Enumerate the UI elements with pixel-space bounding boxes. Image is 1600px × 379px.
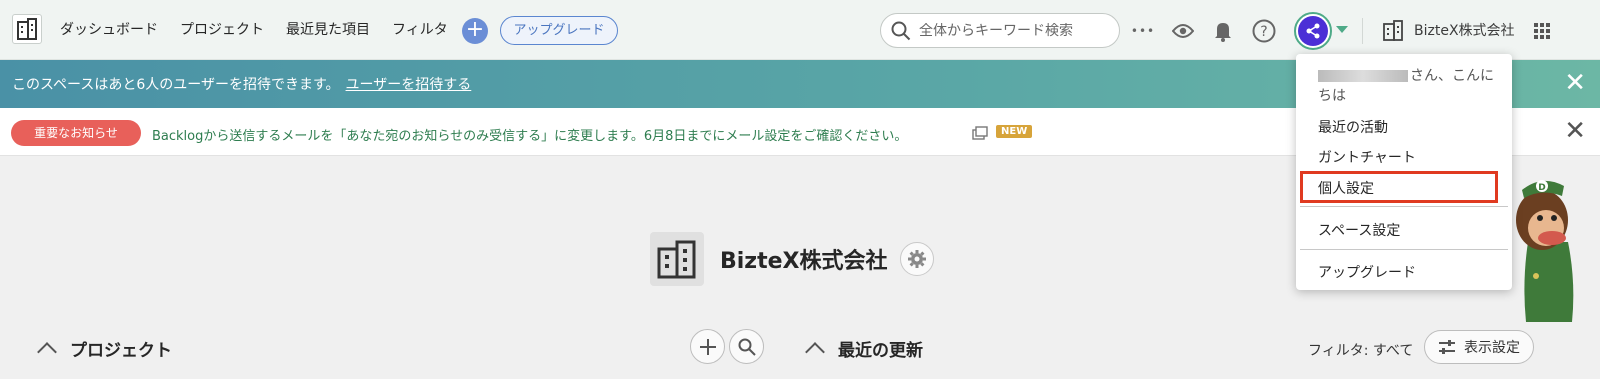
mascot-illustration: D bbox=[1512, 172, 1600, 322]
menu-divider bbox=[1300, 206, 1508, 207]
new-badge: NEW bbox=[996, 125, 1033, 138]
external-link-icon[interactable] bbox=[972, 125, 988, 144]
space-logo-icon[interactable] bbox=[12, 14, 42, 44]
invite-users-link[interactable]: ユーザーを招待する bbox=[346, 77, 472, 93]
add-project-button[interactable] bbox=[690, 329, 725, 364]
menu-item-upgrade[interactable]: アップグレード bbox=[1318, 262, 1416, 282]
redacted-username bbox=[1318, 70, 1408, 82]
space-header: BizteX株式会社 bbox=[650, 232, 934, 286]
recent-updates-section-header[interactable]: 最近の更新 bbox=[804, 336, 923, 362]
plus-icon bbox=[699, 338, 716, 355]
help-icon[interactable]: ? bbox=[1251, 18, 1277, 44]
share-icon bbox=[1306, 23, 1320, 39]
space-settings-button[interactable] bbox=[899, 242, 934, 276]
svg-text:?: ? bbox=[1260, 24, 1267, 40]
invite-text: このスペースはあと6人のユーザーを招待できます。 bbox=[12, 77, 340, 93]
bell-icon[interactable] bbox=[1210, 18, 1236, 44]
close-icon[interactable]: ✕ bbox=[1564, 118, 1586, 144]
chevron-down-icon[interactable] bbox=[1336, 26, 1348, 33]
sliders-icon bbox=[1439, 340, 1455, 354]
projects-title: プロジェクト bbox=[70, 341, 172, 361]
nav-dashboard[interactable]: ダッシュボード bbox=[60, 19, 158, 39]
more-icon[interactable]: ••• bbox=[1130, 18, 1156, 44]
user-avatar-button[interactable] bbox=[1294, 12, 1332, 50]
important-badge: 重要なお知らせ bbox=[11, 120, 141, 146]
display-settings-label: 表示設定 bbox=[1464, 340, 1520, 356]
notice-message[interactable]: Backlogから送信するメールを「あなた宛のお知らせのみ受信する」に変更します… bbox=[152, 125, 907, 144]
building-icon bbox=[650, 232, 704, 286]
main-nav: ダッシュボード プロジェクト 最近見た項目 フィルタ bbox=[60, 19, 470, 39]
nav-projects[interactable]: プロジェクト bbox=[180, 19, 264, 39]
org-name: BizteX株式会社 bbox=[1414, 23, 1515, 39]
gear-icon bbox=[907, 250, 926, 268]
search-icon bbox=[738, 338, 756, 356]
menu-divider bbox=[1300, 249, 1508, 250]
avatar bbox=[1298, 16, 1328, 46]
svg-text:D: D bbox=[1538, 183, 1545, 193]
filter-label[interactable]: フィルタ: すべて bbox=[1308, 340, 1413, 360]
upgrade-button[interactable]: アップグレード bbox=[500, 16, 618, 45]
add-button[interactable]: + bbox=[462, 18, 488, 44]
eye-icon[interactable] bbox=[1170, 18, 1196, 44]
recent-updates-title: 最近の更新 bbox=[838, 341, 923, 361]
close-icon[interactable]: ✕ bbox=[1564, 70, 1586, 96]
menu-item-recent-activity[interactable]: 最近の活動 bbox=[1318, 117, 1388, 137]
user-greeting: さん、こんにちは bbox=[1318, 68, 1494, 104]
building-icon bbox=[1383, 20, 1403, 41]
chevron-up-icon[interactable] bbox=[805, 341, 825, 362]
projects-section-header[interactable]: プロジェクト bbox=[36, 336, 172, 362]
global-search[interactable] bbox=[880, 13, 1120, 48]
menu-item-gantt-chart[interactable]: ガントチャート bbox=[1318, 147, 1416, 167]
search-input[interactable] bbox=[919, 22, 1109, 39]
search-project-button[interactable] bbox=[729, 329, 764, 364]
chevron-up-icon[interactable] bbox=[37, 341, 57, 362]
apps-grid-icon[interactable] bbox=[1534, 23, 1550, 39]
nav-recently-viewed[interactable]: 最近見た項目 bbox=[286, 19, 370, 39]
space-name: BizteX株式会社 bbox=[720, 249, 888, 274]
top-header: ダッシュボード プロジェクト 最近見た項目 フィルタ + アップグレード •••… bbox=[0, 0, 1600, 60]
user-menu: さん、こんにちは 最近の活動 ガントチャート 個人設定 スペース設定 アップグレ… bbox=[1296, 54, 1512, 290]
menu-item-personal-settings[interactable]: 個人設定 bbox=[1318, 178, 1374, 198]
divider bbox=[1362, 18, 1363, 44]
menu-item-space-settings[interactable]: スペース設定 bbox=[1318, 220, 1400, 240]
search-icon bbox=[891, 21, 911, 40]
nav-filter[interactable]: フィルタ bbox=[392, 19, 448, 39]
display-settings-button[interactable]: 表示設定 bbox=[1424, 330, 1534, 364]
org-switcher[interactable]: BizteX株式会社 bbox=[1382, 19, 1515, 41]
